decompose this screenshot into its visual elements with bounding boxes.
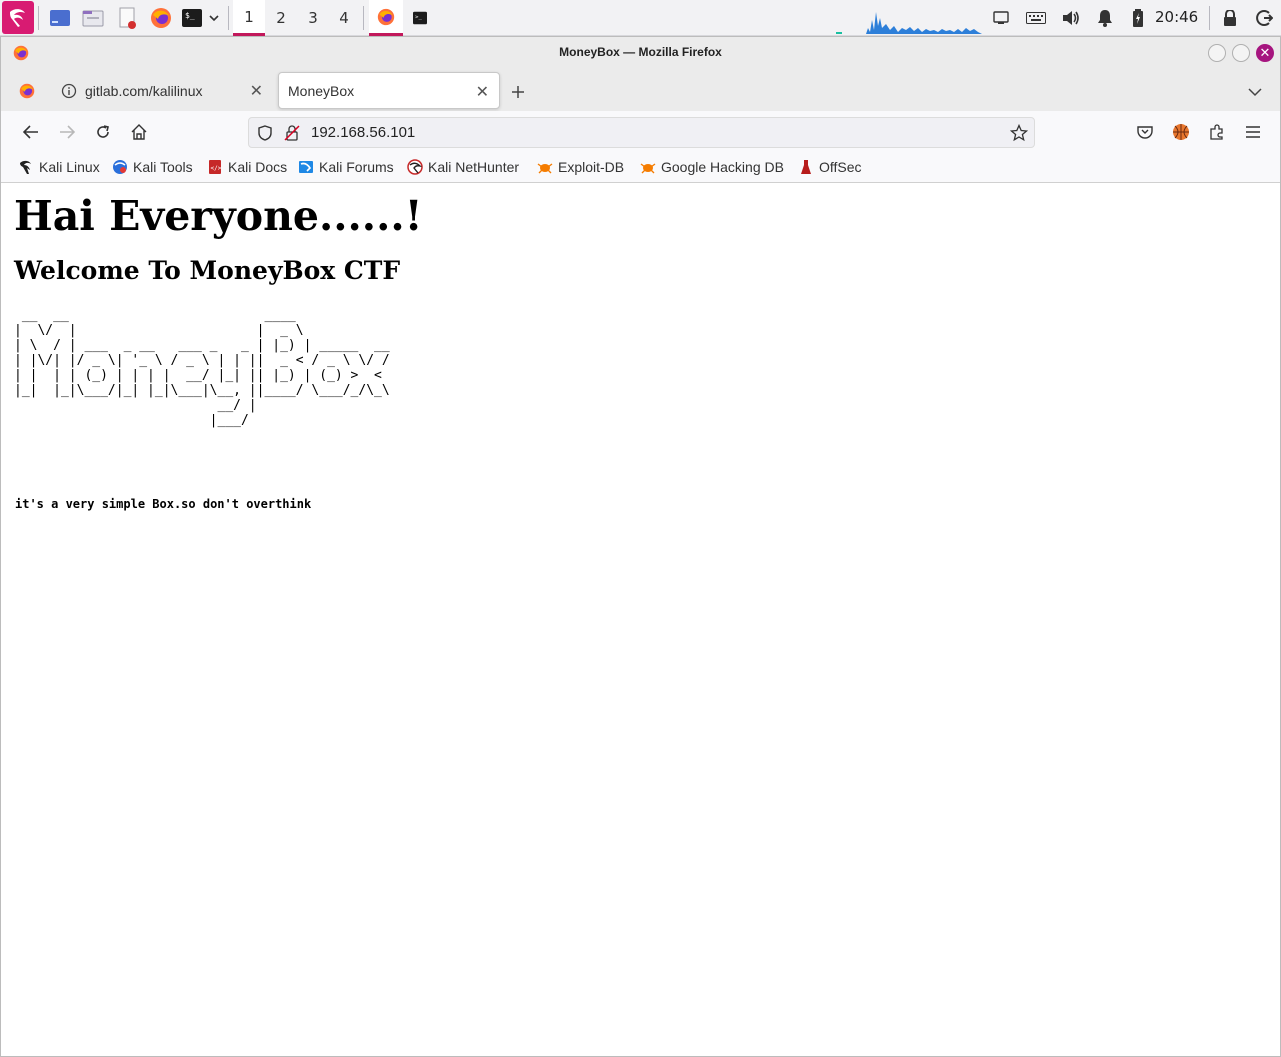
kali-forums-icon: [298, 159, 314, 175]
hint-text: it's a very simple Box.so don't overthin…: [15, 497, 312, 511]
show-desktop-icon[interactable]: [47, 4, 73, 32]
close-window-button[interactable]: ✕: [1256, 44, 1274, 62]
address-bar[interactable]: 192.168.56.101: [248, 117, 1035, 148]
firefox-launcher-icon[interactable]: [148, 4, 174, 32]
close-tab-icon[interactable]: ✕: [476, 82, 489, 102]
window-title: MoneyBox — Mozilla Firefox: [559, 45, 722, 59]
pocket-icon[interactable]: [1134, 121, 1156, 143]
svg-text:</>: </>: [211, 165, 222, 172]
bookmark-kali-forums[interactable]: Kali Forums: [298, 159, 394, 175]
top-panel: $_ 1 2 3 4 >_ 20:46: [0, 0, 1281, 36]
svg-text:>_: >_: [415, 15, 422, 21]
bookmark-kali-tools[interactable]: Kali Tools: [112, 159, 193, 175]
text-editor-icon[interactable]: [114, 4, 140, 32]
bookmark-google-hacking-db[interactable]: Google Hacking DB: [640, 159, 784, 175]
close-tab-icon[interactable]: ✕: [250, 81, 263, 101]
panel-separator: [363, 6, 364, 30]
firefox-icon: [377, 8, 395, 25]
bookmark-offsec[interactable]: OffSec: [798, 159, 862, 175]
workspace-3[interactable]: 3: [297, 0, 329, 36]
hamburger-menu-icon[interactable]: [1242, 121, 1264, 143]
chevron-down-icon[interactable]: [207, 4, 221, 32]
ascii-art-moneybox: __ __ ____ | \/ | | _ \ | \ / | ___ _ __…: [14, 308, 390, 428]
bookmark-star-icon[interactable]: [1010, 124, 1028, 142]
bookmarks-toolbar: Kali Linux Kali Tools </> Kali Docs Kali…: [1, 153, 1280, 183]
page-heading: Hai Everyone......!: [14, 192, 423, 240]
tab-label: MoneyBox: [288, 82, 355, 99]
kali-dragon-icon: [10, 8, 25, 27]
terminal-icon: >_: [413, 11, 427, 25]
extensions-puzzle-icon[interactable]: [1206, 121, 1228, 143]
firefox-icon: [19, 83, 35, 98]
kali-dragon-icon: [18, 159, 34, 175]
tab-gitlab[interactable]: gitlab.com/kalilinux ✕: [51, 72, 273, 109]
offsec-icon: [798, 159, 814, 175]
bookmark-label: Kali Tools: [133, 159, 193, 175]
panel-separator: [228, 6, 229, 30]
taskbar-terminal[interactable]: >_: [403, 0, 437, 36]
insecure-lock-icon[interactable]: [284, 125, 300, 141]
exploit-db-bug-icon: [537, 159, 553, 175]
lock-screen-icon[interactable]: [1219, 6, 1241, 30]
window-titlebar[interactable]: MoneyBox — Mozilla Firefox ✕: [1, 37, 1280, 68]
bookmark-label: Kali Docs: [228, 159, 288, 175]
bookmark-label: Google Hacking DB: [661, 159, 784, 175]
list-all-tabs-chevron-icon[interactable]: [1248, 82, 1262, 101]
svg-text:$_: $_: [185, 11, 195, 20]
display-icon[interactable]: [990, 6, 1012, 30]
tab-moneybox[interactable]: MoneyBox ✕: [278, 72, 500, 109]
cpu-graph-widget: [836, 12, 982, 34]
logout-icon[interactable]: [1252, 6, 1276, 30]
bookmark-label: Kali NetHunter: [428, 159, 520, 175]
workspace-4[interactable]: 4: [328, 0, 360, 36]
bookmark-exploit-db[interactable]: Exploit-DB: [537, 159, 624, 175]
taskbar-firefox[interactable]: [369, 0, 403, 36]
workspace-1[interactable]: 1: [233, 0, 265, 36]
back-arrow-icon[interactable]: [20, 121, 42, 143]
tracking-protection-shield-icon[interactable]: [257, 125, 273, 141]
tab-strip: gitlab.com/kalilinux ✕ MoneyBox ✕: [1, 68, 1280, 111]
page-subheading: Welcome To MoneyBox CTF: [14, 256, 401, 285]
exploit-db-bug-icon: [640, 159, 656, 175]
workspace-2[interactable]: 2: [265, 0, 297, 36]
volume-icon[interactable]: [1059, 6, 1083, 30]
reload-icon[interactable]: [92, 121, 114, 143]
terminal-launcher-icon[interactable]: $_: [180, 4, 204, 32]
kali-docs-icon: </>: [207, 159, 223, 175]
tab-label: gitlab.com/kalilinux: [85, 82, 203, 99]
battery-icon[interactable]: [1128, 6, 1148, 30]
bookmark-label: Exploit-DB: [558, 159, 625, 175]
bookmark-kali-docs[interactable]: </> Kali Docs: [207, 159, 287, 175]
tab-pinned-firefox[interactable]: [7, 72, 47, 109]
new-tab-plus-icon[interactable]: [511, 80, 525, 105]
page-content: Hai Everyone......! Welcome To MoneyBox …: [1, 184, 1280, 1056]
kali-tools-icon: [112, 159, 128, 175]
kali-menu-button[interactable]: [2, 1, 34, 34]
firefox-window: MoneyBox — Mozilla Firefox ✕ gitlab.com/…: [0, 36, 1281, 1057]
close-icon: ✕: [1259, 45, 1271, 61]
minimize-button[interactable]: [1208, 44, 1226, 62]
panel-separator: [38, 6, 39, 30]
info-icon: [61, 83, 77, 98]
extension-basketball-icon[interactable]: [1170, 121, 1192, 143]
bookmark-label: Kali Forums: [319, 159, 394, 175]
navigation-toolbar: 192.168.56.101: [1, 111, 1280, 153]
maximize-button[interactable]: [1232, 44, 1250, 62]
clock[interactable]: 20:46: [1155, 8, 1198, 26]
url-text[interactable]: 192.168.56.101: [311, 124, 415, 141]
keyboard-icon[interactable]: [1024, 6, 1048, 30]
kali-nethunter-icon: [407, 159, 423, 175]
bookmark-label: OffSec: [819, 159, 862, 175]
bookmark-kali-nethunter[interactable]: Kali NetHunter: [407, 159, 519, 175]
panel-separator: [1209, 6, 1210, 30]
notifications-bell-icon[interactable]: [1094, 6, 1116, 30]
forward-arrow-icon[interactable]: [56, 121, 78, 143]
file-manager-icon[interactable]: [80, 4, 106, 32]
bookmark-label: Kali Linux: [39, 159, 100, 175]
bookmark-kali-linux[interactable]: Kali Linux: [18, 159, 100, 175]
home-icon[interactable]: [128, 121, 150, 143]
